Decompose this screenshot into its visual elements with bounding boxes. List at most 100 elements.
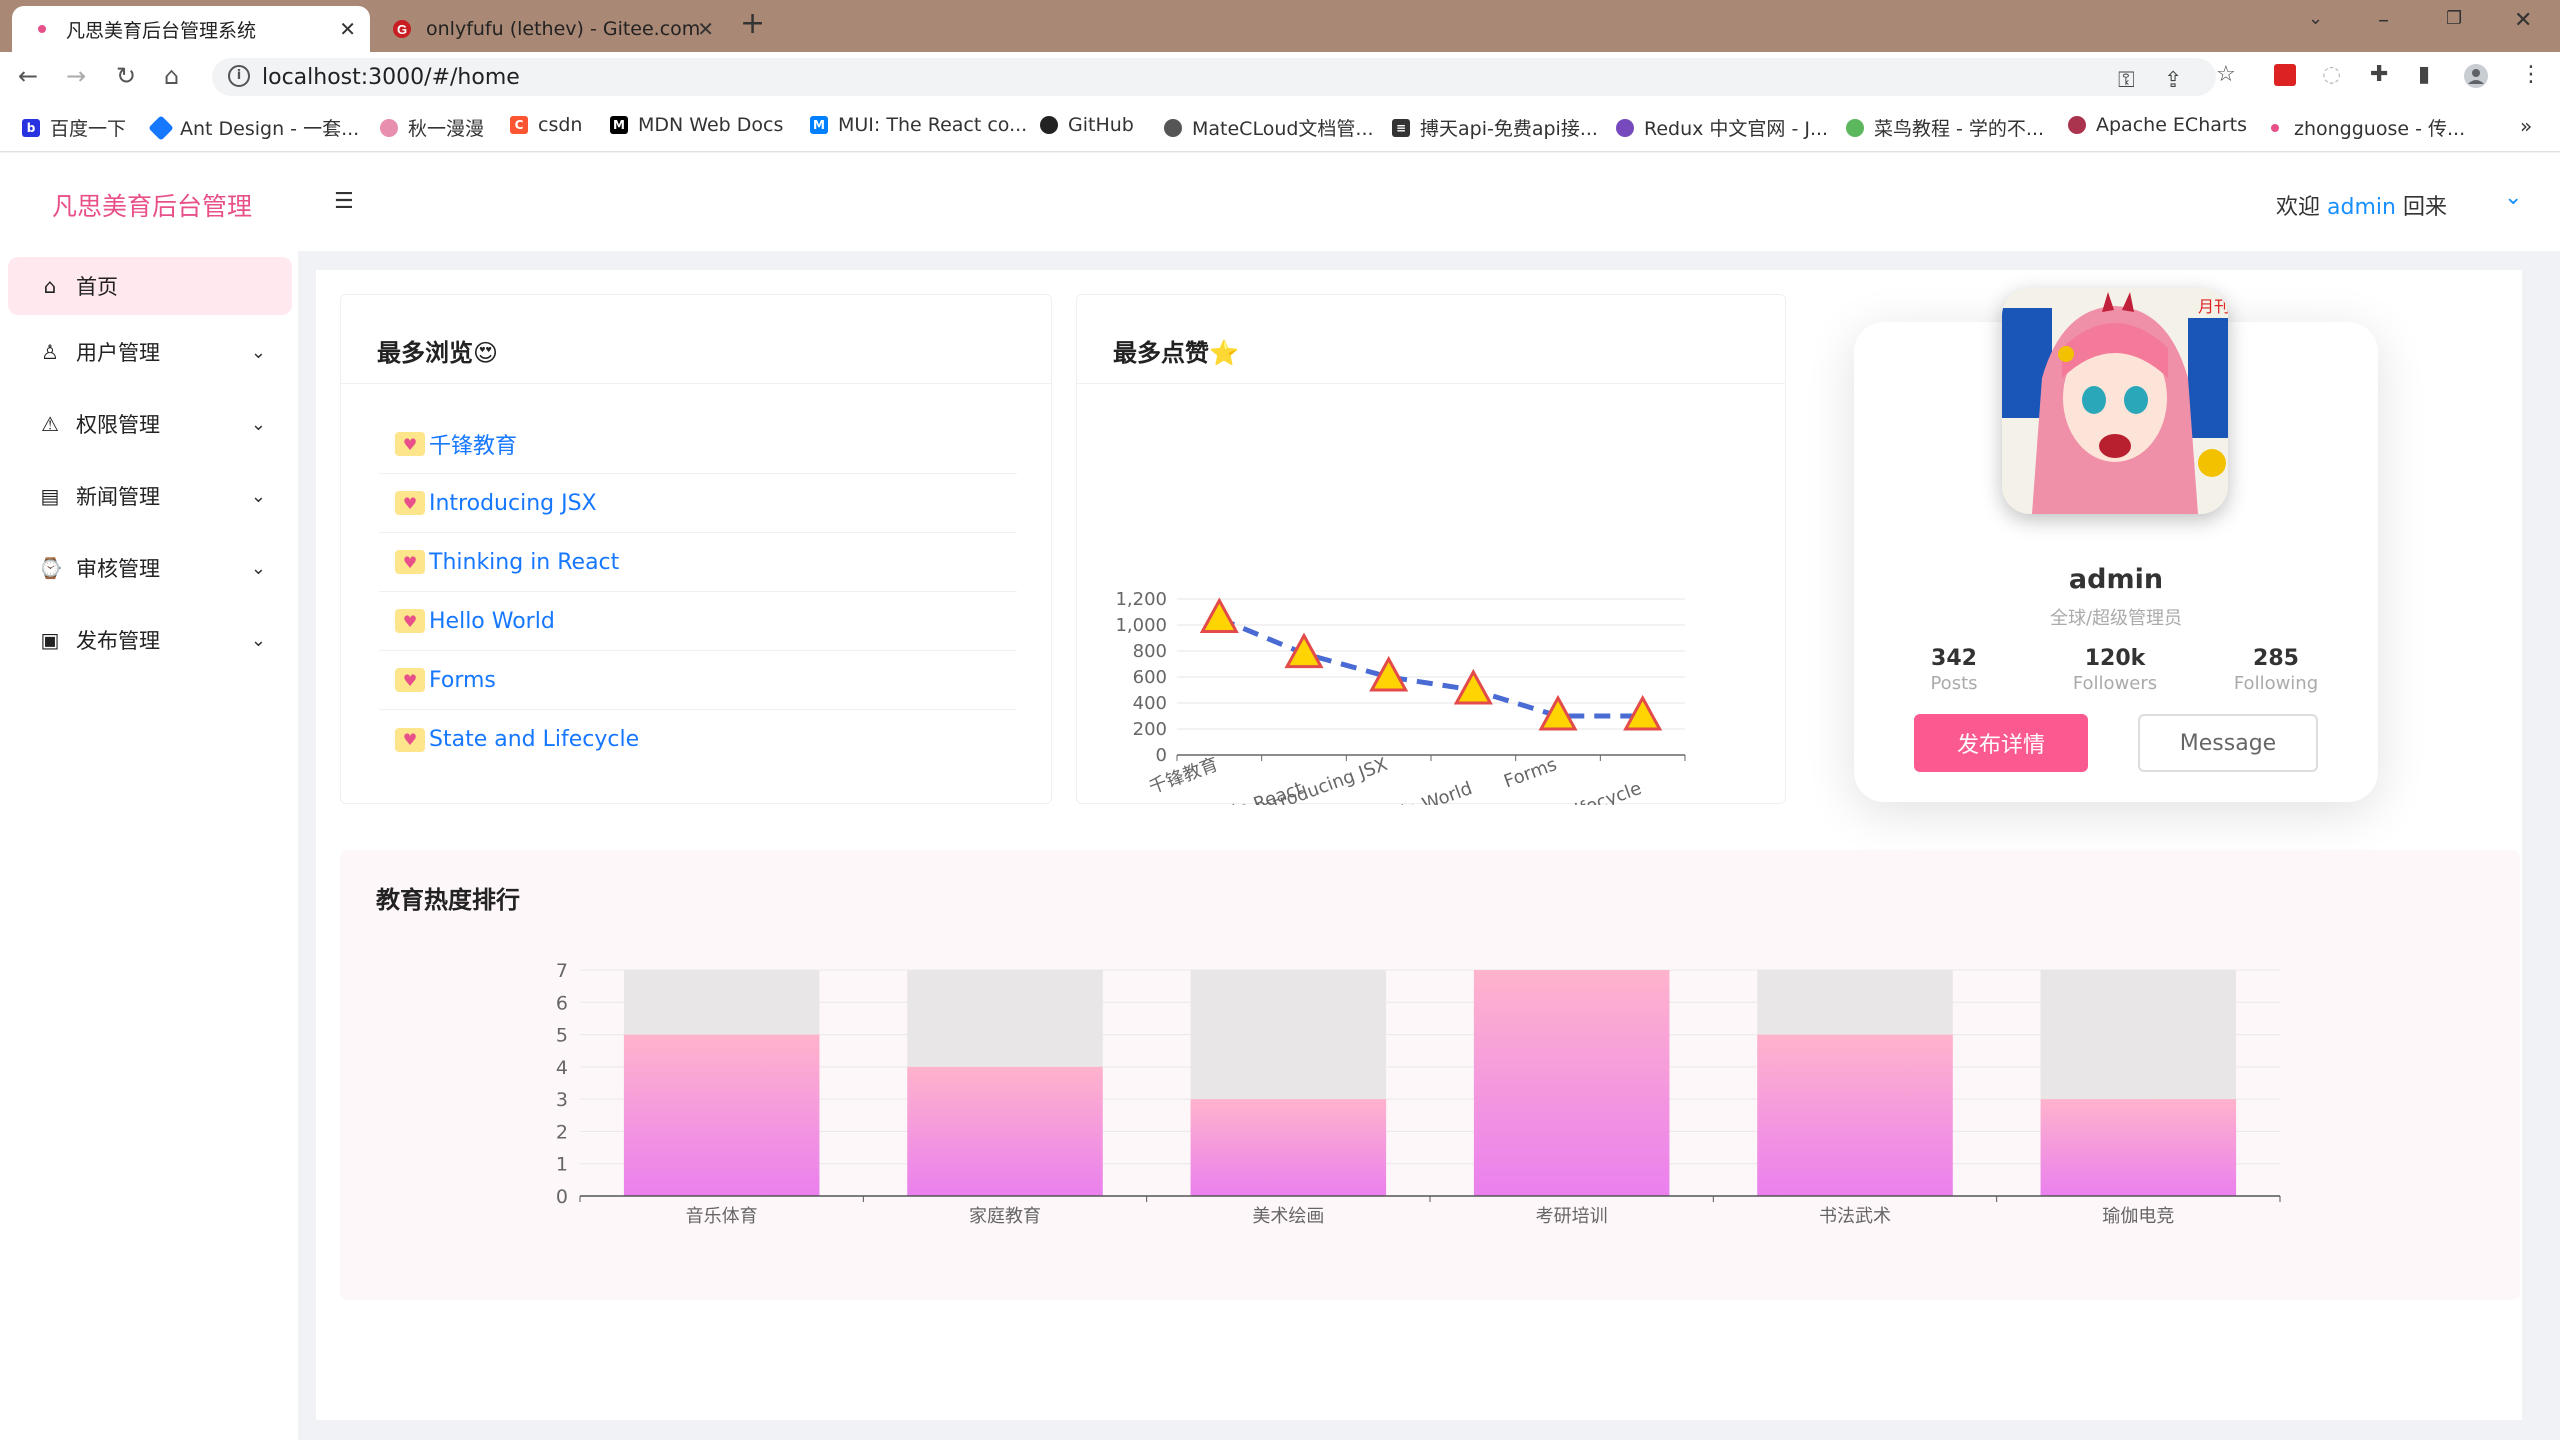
browser-tab[interactable]: G onlyfufu (lethev) - Gitee.com ✕ bbox=[372, 6, 728, 52]
sidebar-item-news[interactable]: ▤ 新闻管理 ⌄ bbox=[8, 467, 292, 525]
avatar[interactable]: 月刊 bbox=[2002, 288, 2228, 514]
y-tick-label: 4 bbox=[556, 1057, 568, 1079]
chevron-down-icon: ⌄ bbox=[250, 413, 266, 435]
window-close-icon[interactable]: ✕ bbox=[2514, 8, 2532, 33]
sidebar-item-users[interactable]: ♙ 用户管理 ⌄ bbox=[8, 323, 292, 381]
list-item[interactable]: ♥ Thinking in React bbox=[379, 533, 1017, 592]
reload-icon[interactable]: ↻ bbox=[116, 62, 136, 90]
bookmark[interactable]: zhongguose - 传... bbox=[2266, 114, 2465, 141]
message-button[interactable]: Message bbox=[2138, 714, 2318, 772]
list-item[interactable]: ♥ Hello World bbox=[379, 592, 1017, 651]
home-browser-icon[interactable]: ⌂ bbox=[164, 62, 179, 90]
y-tick-label: 600 bbox=[1133, 667, 1167, 688]
bookmark[interactable]: Redux 中文官网 - J... bbox=[1616, 114, 1828, 141]
url-input[interactable]: i localhost:3000/#/home ⚿ ⇪ bbox=[212, 58, 2216, 96]
bookmark[interactable]: Ccsdn bbox=[510, 114, 582, 136]
x-tick-label: Hello World bbox=[1371, 778, 1475, 805]
user-dropdown-chevron-icon[interactable]: ⌄ bbox=[2504, 185, 2522, 210]
chevron-down-icon: ⌄ bbox=[250, 485, 266, 507]
bookmark[interactable]: Ant Design - 一套... bbox=[148, 114, 359, 141]
y-tick-label: 2 bbox=[556, 1121, 568, 1143]
sidebar-item-audit[interactable]: ⌚ 审核管理 ⌄ bbox=[8, 539, 292, 597]
share-icon[interactable]: ⇪ bbox=[2164, 68, 2182, 93]
forward-icon[interactable]: → bbox=[66, 62, 86, 90]
back-icon[interactable]: ← bbox=[18, 62, 38, 90]
y-tick-label: 1,000 bbox=[1115, 615, 1167, 636]
bookmark[interactable]: GitHub bbox=[1040, 114, 1134, 136]
x-tick-label: 瑜伽电竞 bbox=[2102, 1206, 2174, 1227]
menu-fold-icon[interactable]: ☰ bbox=[334, 189, 354, 214]
x-tick-label: Forms bbox=[1501, 754, 1560, 792]
bookmark[interactable]: ≡ 搏天api-免费api接... bbox=[1392, 114, 1598, 141]
browser-tab-bar: 凡思美育后台管理系统 ✕ G onlyfufu (lethev) - Gitee… bbox=[0, 0, 2560, 52]
star-icon[interactable]: ☆ bbox=[2216, 62, 2236, 87]
app-header: 凡思美育后台管理 ☰ 欢迎 admin 回来 ⌄ bbox=[0, 153, 2560, 251]
profile-name: admin bbox=[2068, 564, 2164, 595]
github-icon bbox=[1040, 116, 1058, 134]
minimize-icon[interactable]: – bbox=[2378, 8, 2389, 33]
extension-red-icon[interactable] bbox=[2274, 64, 2296, 92]
sidebar-item-home[interactable]: ⌂ 首页 bbox=[8, 257, 292, 315]
list-item[interactable]: ♥ State and Lifecycle bbox=[379, 710, 1017, 769]
redux-icon bbox=[1616, 118, 1634, 137]
bookmark[interactable]: Apache ECharts bbox=[2068, 114, 2247, 136]
list-item[interactable]: ♥ 千锋教育 bbox=[379, 415, 1017, 474]
x-tick-label: State and Lifecycle bbox=[1476, 778, 1645, 805]
x-tick-label: 家庭教育 bbox=[969, 1206, 1041, 1227]
bookmark[interactable]: MateCLoud文档管... bbox=[1164, 114, 1374, 141]
tab-search-icon[interactable]: ⌄ bbox=[2308, 8, 2323, 29]
dot-icon bbox=[2266, 118, 2284, 137]
home-icon: ⌂ bbox=[43, 274, 57, 298]
most-liked-line-chart: 02004006008001,0001,200千锋教育Thinking in R… bbox=[1115, 589, 1686, 805]
y-tick-label: 7 bbox=[556, 960, 568, 982]
list-item[interactable]: ♥ Introducing JSX bbox=[379, 474, 1017, 533]
flower-icon bbox=[32, 19, 52, 39]
bookmark[interactable]: 秋一漫漫 bbox=[380, 114, 484, 141]
sidebar-item-permissions[interactable]: ⚠ 权限管理 ⌄ bbox=[8, 395, 292, 453]
heart-icon: ♥ bbox=[395, 727, 425, 752]
puzzle-icon[interactable]: ✚ bbox=[2370, 62, 2388, 87]
heart-icon: ♥ bbox=[395, 550, 425, 574]
doc-icon: ≡ bbox=[1392, 118, 1410, 137]
key-icon[interactable]: ⚿ bbox=[2118, 68, 2135, 93]
bookmark[interactable]: M MDN Web Docs bbox=[610, 114, 783, 136]
heart-eyes-emoji-icon: 😍 bbox=[473, 339, 499, 367]
bar bbox=[907, 1066, 1103, 1196]
list-item[interactable]: ♥ Forms bbox=[379, 651, 1017, 710]
most-liked-card: 最多点赞⭐ 02004006008001,0001,200千锋教育Thinkin… bbox=[1076, 294, 1786, 805]
profile-card: 月刊 admin 全球/超级管理员 342 Posts 120k Followers… bbox=[1854, 288, 2378, 802]
sidepanel-icon[interactable]: ▮ bbox=[2418, 62, 2430, 87]
app-logo: 凡思美育后台管理 bbox=[52, 192, 253, 221]
x-tick-label: 美术绘画 bbox=[1252, 1206, 1324, 1227]
y-tick-label: 800 bbox=[1133, 641, 1167, 662]
heart-icon: ♥ bbox=[395, 432, 425, 456]
publish-details-button[interactable]: 发布详情 bbox=[1914, 714, 2088, 772]
data-point bbox=[1199, 597, 1239, 633]
site-info-icon[interactable]: i bbox=[228, 65, 250, 87]
profile-icon[interactable] bbox=[2464, 64, 2488, 94]
y-tick-label: 5 bbox=[556, 1025, 568, 1047]
menu-dots-icon[interactable]: ⋮ bbox=[2520, 62, 2542, 87]
welcome-text: 欢迎 admin 回来 bbox=[2276, 195, 2447, 220]
gitee-icon: G bbox=[392, 19, 412, 39]
bookmark[interactable]: 菜鸟教程 - 学的不... bbox=[1846, 114, 2044, 141]
sidebar-item-publish[interactable]: ▣ 发布管理 ⌄ bbox=[8, 611, 292, 669]
bookmark[interactable]: M MUI: The React co... bbox=[810, 114, 1027, 136]
more-bookmarks-icon[interactable]: » bbox=[2520, 114, 2532, 138]
new-tab-icon[interactable]: + bbox=[740, 6, 765, 41]
close-icon[interactable]: ✕ bbox=[339, 17, 356, 41]
close-icon[interactable]: ✕ bbox=[697, 17, 714, 41]
news-icon: ▤ bbox=[40, 484, 60, 508]
bar bbox=[1190, 1099, 1387, 1196]
restore-icon[interactable]: ❐ bbox=[2446, 8, 2462, 29]
extension-circle-icon[interactable]: ◌ bbox=[2322, 62, 2341, 87]
bookmark[interactable]: b 百度一下 bbox=[22, 114, 126, 141]
ranking-title: 教育热度排行 bbox=[376, 886, 520, 914]
bar bbox=[1757, 1034, 1953, 1196]
chevron-down-icon: ⌄ bbox=[250, 341, 266, 363]
ranking-bar-chart: 0 1 2 3 4 5 6 7 音乐体育 家庭教育 美术绘画 考研培训 书法武术 瑜伽电竞 bbox=[556, 960, 2281, 1227]
series-line bbox=[1218, 616, 1643, 719]
y-tick-label: 0 bbox=[556, 1186, 568, 1208]
browser-tab-active[interactable]: 凡思美育后台管理系统 ✕ bbox=[12, 6, 370, 52]
runoob-icon bbox=[1846, 118, 1864, 137]
